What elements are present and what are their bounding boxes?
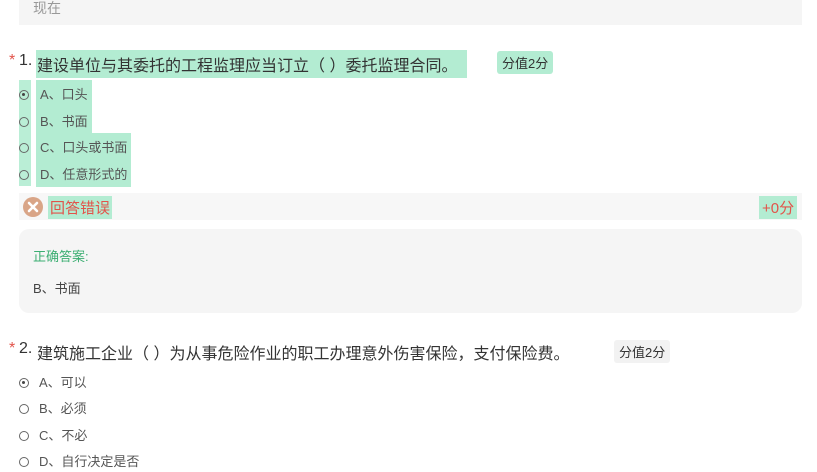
option-c-radio[interactable] (19, 428, 29, 446)
previous-answer-box: 现在 (19, 0, 802, 25)
option-b-radio[interactable] (19, 114, 29, 132)
option-d-label[interactable]: D、任意形式的 (36, 160, 132, 187)
option-c-label[interactable]: C、不必 (39, 425, 87, 444)
option-c-label[interactable]: C、口头或书面 (36, 133, 132, 160)
result-score: +0分 (759, 196, 798, 219)
option-d-radio[interactable] (19, 454, 29, 472)
result-bar (19, 193, 802, 220)
result-text: 回答错误 (48, 196, 113, 219)
radio-unselected-icon[interactable] (19, 404, 29, 414)
radio-unselected-icon[interactable] (19, 170, 29, 180)
wrong-icon (23, 197, 43, 217)
option-b-label[interactable]: B、书面 (36, 107, 92, 134)
correct-answer-value: B、书面 (33, 281, 81, 296)
question-2-points-badge: 分值2分 (614, 340, 671, 363)
option-a-label[interactable]: A、口头 (36, 80, 92, 107)
radio-unselected-icon[interactable] (19, 457, 29, 467)
radio-unselected-icon[interactable] (19, 117, 29, 127)
correct-answer-box (19, 229, 802, 313)
question-2-title: 建筑施工企业（ ）为从事危险作业的职工办理意外伤害保险，支付保险费。 (37, 346, 570, 363)
option-a-radio[interactable] (19, 87, 29, 105)
question-1-title: 建设单位与其委托的工程监理应当订立（ ）委托监理合同。 (36, 50, 468, 78)
correct-answer-label: 正确答案: (33, 249, 89, 264)
option-d-label[interactable]: D、自行决定是否 (39, 451, 139, 470)
required-mark: * (9, 52, 16, 69)
required-mark: * (9, 340, 16, 357)
option-d-radio[interactable] (19, 167, 29, 185)
radio-selected-icon[interactable] (19, 90, 29, 100)
question-1-points-badge: 分值2分 (497, 51, 554, 74)
previous-answer-text: 现在 (33, 0, 61, 16)
radio-unselected-icon[interactable] (19, 431, 29, 441)
option-c-radio[interactable] (19, 140, 29, 158)
question-2-number: 2. (19, 340, 33, 357)
question-1: * (9, 52, 15, 70)
radio-selected-icon[interactable] (19, 378, 29, 388)
option-a-label[interactable]: A、可以 (39, 372, 87, 391)
question-1-number: 1. (19, 52, 33, 69)
option-b-label[interactable]: B、必须 (39, 398, 87, 417)
option-b-radio[interactable] (19, 401, 29, 419)
radio-unselected-icon[interactable] (19, 143, 29, 153)
option-a-radio[interactable] (19, 375, 29, 393)
